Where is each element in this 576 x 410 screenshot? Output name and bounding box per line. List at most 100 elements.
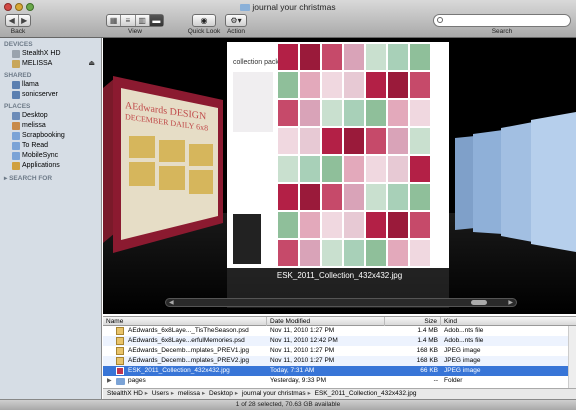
path-separator: ▸: [144, 390, 149, 397]
forward-button[interactable]: ▶: [19, 15, 31, 26]
pattern-tile: [344, 44, 364, 70]
list-vertical-scrollbar[interactable]: [568, 326, 576, 389]
back-button[interactable]: ◀: [6, 15, 19, 26]
sidebar-item-sonicserver[interactable]: sonicserver: [0, 90, 101, 100]
sidebar-item-melissa[interactable]: melissa: [0, 121, 101, 131]
sidebar-item-melissa-drive[interactable]: MELISSA ⏏: [0, 59, 101, 69]
eye-icon: ◉: [200, 16, 208, 25]
search-label: Search: [491, 28, 513, 35]
search-icon: [437, 17, 443, 23]
action-button[interactable]: ⚙▾: [225, 14, 247, 27]
path-crumb-file[interactable]: ESK_2011_Collection_432x432.jpg: [315, 389, 417, 399]
view-label: View: [128, 28, 142, 35]
search-for-header[interactable]: ▸ SEARCH FOR: [0, 174, 101, 183]
pattern-tile: [278, 128, 298, 154]
places-header: PLACES: [4, 103, 31, 110]
pattern-tile: [344, 240, 364, 266]
pattern-tile: [322, 240, 342, 266]
cover-flow-view[interactable]: AEdwards DESIGN DECEMBER DAILY 6x8 colle…: [103, 38, 576, 314]
pattern-tile: [410, 128, 430, 154]
computer-icon: [12, 81, 20, 89]
pattern-tile: [300, 44, 320, 70]
pattern-tile: [322, 212, 342, 238]
pattern-tile: [410, 156, 430, 182]
sidebar-item-stealthx-hd[interactable]: StealthX HD: [0, 49, 101, 59]
pattern-tile: [322, 184, 342, 210]
path-bar: StealthX HD ▸ Users ▸ melissa ▸ Desktop ▸ jo…: [103, 388, 576, 399]
desktop-icon: [12, 112, 20, 120]
pattern-tile: [322, 72, 342, 98]
pattern-tile: [366, 156, 386, 182]
sidebar-item-applications[interactable]: Applications: [0, 161, 101, 171]
list-rows: AEdwards_6x8Laye..._TisTheSeason.psd Nov…: [103, 326, 576, 389]
sidebar: DEVICES StealthX HD MELISSA ⏏ SHARED llam…: [0, 38, 102, 399]
table-row[interactable]: AEdwards_6x8Laye...erfulMemories.psd Nov…: [103, 336, 576, 346]
path-separator: ▸: [201, 390, 206, 397]
pattern-tile: [300, 156, 320, 182]
icon-view-button[interactable]: ▦: [107, 15, 122, 26]
cover-flow-scrollbar[interactable]: ◀ ▶: [165, 298, 517, 307]
pattern-tile: [388, 100, 408, 126]
path-separator: ▸: [170, 390, 175, 397]
pattern-tile: [322, 44, 342, 70]
pattern-tile: [322, 128, 342, 154]
pattern-tile: [300, 212, 320, 238]
coverflow-view-button[interactable]: ▬: [149, 15, 163, 26]
pattern-tile: [388, 184, 408, 210]
pattern-tile: [366, 44, 386, 70]
sidebar-item-llama[interactable]: llama: [0, 80, 101, 90]
devices-header: DEVICES: [4, 41, 33, 48]
window-title: journal your christmas: [0, 2, 576, 12]
path-crumb-drive[interactable]: StealthX HD: [107, 389, 143, 399]
pattern-tile: [388, 44, 408, 70]
pattern-tile: [278, 240, 298, 266]
sidebar-item-mobilesync[interactable]: MobileSync: [0, 151, 101, 161]
pattern-tile: [410, 72, 430, 98]
psd-file-icon: [116, 327, 124, 335]
eject-icon[interactable]: ⏏: [88, 59, 95, 69]
path-crumb-desktop[interactable]: Desktop: [209, 389, 233, 399]
path-crumb-folder[interactable]: journal your christmas: [242, 389, 306, 399]
scroll-thumb[interactable]: [471, 300, 487, 305]
external-drive-icon: [12, 60, 20, 68]
pattern-tile: [366, 72, 386, 98]
table-row[interactable]: ▶ pages Yesterday, 9:33 PM -- Folder: [103, 376, 576, 386]
quick-look-button[interactable]: ◉: [192, 14, 216, 27]
folder-icon: [12, 152, 20, 160]
home-icon: [12, 122, 20, 130]
scroll-right-arrow[interactable]: ▶: [508, 300, 513, 306]
list-view-button[interactable]: ≡: [121, 15, 136, 26]
psd-file-icon: [116, 337, 124, 345]
pattern-tile: [410, 44, 430, 70]
pattern-tile: [300, 184, 320, 210]
pattern-tile: [388, 72, 408, 98]
sidebar-item-desktop[interactable]: Desktop: [0, 111, 101, 121]
pattern-tile: [410, 184, 430, 210]
pattern-tile: [344, 72, 364, 98]
pattern-tile: [300, 100, 320, 126]
folder-icon: [12, 142, 20, 150]
table-row[interactable]: AEdwards_Decemb...mplates_PREV2.jpg Nov …: [103, 356, 576, 366]
pattern-tile: [366, 240, 386, 266]
path-separator: ▸: [307, 390, 311, 397]
sidebar-item-to-read[interactable]: To Read: [0, 141, 101, 151]
disclosure-triangle-icon[interactable]: ▶: [107, 376, 112, 386]
toolbar: journal your christmas ◀ ▶ Back ▦ ≡ ▥ ▬ …: [0, 0, 576, 38]
pattern-tile: [300, 128, 320, 154]
jpeg-file-icon: [116, 357, 124, 365]
path-crumb-melissa[interactable]: melissa: [178, 389, 200, 399]
cover-left-december-daily[interactable]: AEdwards DESIGN DECEMBER DAILY 6x8: [113, 76, 223, 253]
path-crumb-users[interactable]: Users: [152, 389, 169, 399]
shared-header: SHARED: [4, 72, 32, 79]
pattern-tile: [388, 156, 408, 182]
table-row-selected[interactable]: ESK_2011_Collection_432x432.jpg Today, 7…: [103, 366, 576, 376]
search-input[interactable]: [433, 14, 571, 27]
column-view-button[interactable]: ▥: [136, 15, 150, 26]
pattern-tile: [344, 184, 364, 210]
cover-center-collection[interactable]: collection pack: [227, 42, 449, 268]
scroll-left-arrow[interactable]: ◀: [169, 300, 174, 306]
sidebar-item-scrapbooking[interactable]: Scrapbooking: [0, 131, 101, 141]
table-row[interactable]: AEdwards_6x8Laye..._TisTheSeason.psd Nov…: [103, 326, 576, 336]
table-row[interactable]: AEdwards_Decemb...mplates_PREV1.jpg Nov …: [103, 346, 576, 356]
pattern-tile: [322, 100, 342, 126]
